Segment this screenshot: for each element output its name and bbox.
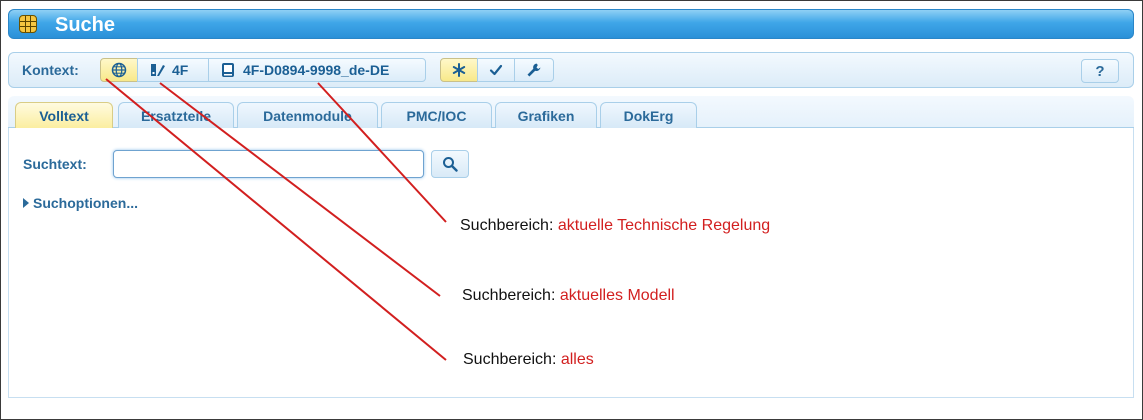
annotation-prefix: Suchbereich: (462, 287, 560, 304)
tab-volltext[interactable]: Volltext (15, 102, 113, 128)
search-button[interactable] (431, 150, 469, 178)
annotation-prefix: Suchbereich: (463, 351, 561, 368)
book-icon (222, 63, 234, 77)
scope-all-button[interactable] (100, 58, 138, 82)
asterisk-icon (452, 63, 466, 77)
wrench-icon (527, 63, 541, 77)
tab-pmc-ioc[interactable]: PMC/IOC (381, 102, 492, 128)
model-label: 4F (172, 62, 189, 78)
annotation-highlight: alles (560, 351, 594, 368)
tab-datenmodule[interactable]: Datenmodule (237, 102, 378, 128)
annotation-all: Suchbereich: alles (463, 351, 594, 369)
search-input[interactable] (113, 150, 424, 178)
scope-model-button[interactable]: 4F (137, 58, 209, 82)
filter-valid-button[interactable] (477, 58, 515, 82)
globe-icon (111, 62, 127, 78)
check-icon (489, 64, 503, 76)
tab-dokerg[interactable]: DokErg (600, 102, 697, 128)
settings-button[interactable] (514, 58, 554, 82)
grid-icon (19, 15, 37, 33)
search-icon (443, 157, 458, 172)
search-options-label: Suchoptionen... (33, 195, 138, 211)
help-button[interactable]: ? (1081, 59, 1119, 83)
title-bar: Suche (8, 9, 1134, 39)
context-toolbar: Kontext: 4F 4F-D0894-9998_de-DE (8, 52, 1134, 88)
search-text-label: Suchtext: (23, 156, 87, 172)
filter-all-button[interactable] (440, 58, 478, 82)
model-icon (151, 64, 165, 76)
annotation-model: Suchbereich: aktuelles Modell (462, 287, 675, 305)
tab-bar: Volltext Ersatzteile Datenmodule PMC/IOC… (8, 96, 1134, 128)
document-label: 4F-D0894-9998_de-DE (243, 62, 390, 78)
search-options-toggle[interactable]: Suchoptionen... (23, 195, 138, 211)
tab-ersatzteile[interactable]: Ersatzteile (118, 102, 234, 128)
caret-right-icon (23, 198, 29, 208)
annotation-highlight: aktuelle Technische Regelung (557, 217, 771, 234)
annotation-highlight: aktuelles Modell (559, 287, 675, 304)
annotation-prefix: Suchbereich: (460, 217, 558, 234)
scope-document-button[interactable]: 4F-D0894-9998_de-DE (208, 58, 426, 82)
annotation-document: Suchbereich: aktuelle Technische Regelun… (460, 217, 770, 235)
context-label: Kontext: (22, 62, 79, 78)
tab-grafiken[interactable]: Grafiken (495, 102, 597, 128)
window-title: Suche (55, 14, 116, 36)
